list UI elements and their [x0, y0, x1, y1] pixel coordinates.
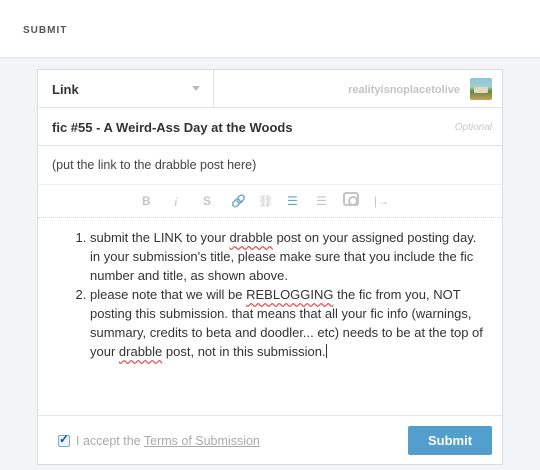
read-more-icon[interactable]: |→ [374, 194, 389, 208]
page-title: SUBMIT [23, 25, 68, 36]
submit-form: Link realityisnoplacetolive fic #55 - A … [37, 69, 503, 465]
body-list: submit the LINK to your drabble post on … [90, 228, 490, 361]
chevron-down-icon [192, 86, 200, 91]
list-item: submit the LINK to your drabble post on … [90, 228, 490, 285]
terms-link[interactable]: Terms of Submission [144, 434, 260, 448]
body-editor[interactable]: submit the LINK to your drabble post on … [38, 218, 502, 415]
strikethrough-icon[interactable]: S [203, 194, 211, 208]
title-field[interactable]: fic #55 - A Weird-Ass Day at the Woods O… [38, 108, 502, 146]
image-icon[interactable] [343, 192, 359, 206]
list-item: please note that we will be REBLOGGING t… [90, 285, 490, 361]
accept-terms-checkbox[interactable] [58, 432, 70, 447]
url-input[interactable]: (put the link to the drabble post here) [52, 158, 256, 172]
link-icon[interactable]: 🔗 [231, 194, 246, 208]
blog-name[interactable]: realityisnoplacetolive [348, 84, 460, 96]
unlink-icon[interactable]: ⛓ [258, 194, 273, 208]
accept-terms-label: I accept the Terms of Submission [76, 434, 260, 448]
url-field[interactable]: (put the link to the drabble post here) [38, 146, 502, 184]
form-footer: I accept the Terms of Submission Submit [38, 415, 502, 464]
submit-button[interactable]: Submit [408, 426, 492, 455]
unordered-list-icon[interactable]: ☰ [316, 194, 327, 208]
italic-icon[interactable]: i [174, 194, 178, 210]
post-type-label: Link [52, 82, 79, 97]
avatar[interactable] [470, 78, 492, 100]
title-input[interactable]: fic #55 - A Weird-Ass Day at the Woods [52, 120, 293, 135]
editor-toolbar: B i S 🔗 ⛓ ☰ ☰ |→ [38, 184, 502, 218]
post-type-select[interactable]: Link [38, 70, 214, 108]
bold-icon[interactable]: B [142, 194, 151, 208]
text-cursor [325, 344, 327, 358]
post-type-row: Link realityisnoplacetolive [38, 70, 502, 108]
ordered-list-icon[interactable]: ☰ [287, 194, 298, 208]
page-header: SUBMIT [0, 0, 540, 58]
title-optional-hint: Optional [454, 122, 492, 133]
